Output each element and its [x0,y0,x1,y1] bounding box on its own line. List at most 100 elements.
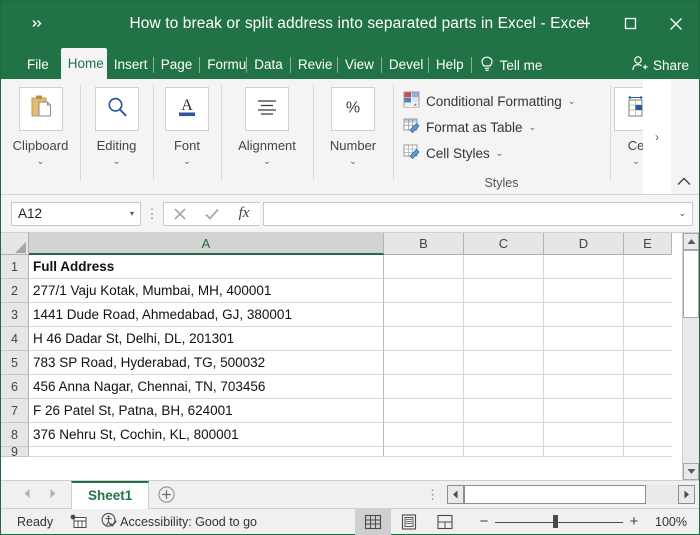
scroll-left-icon[interactable] [447,485,464,504]
scroll-right-icon[interactable] [678,485,695,504]
cell-b3[interactable] [384,303,464,327]
chevron-down-icon[interactable]: ⌄ [349,157,357,166]
record-macro-icon[interactable] [63,514,93,529]
ribbon-group-number[interactable]: % Number ⌄ [313,79,393,194]
chevron-right-icon[interactable] [49,486,57,504]
column-header-d[interactable]: D [544,233,624,255]
page-layout-view-button[interactable] [391,509,427,535]
ribbon-tab-review[interactable]: Revie [291,51,337,79]
chevron-down-icon[interactable]: ⌄ [37,157,45,166]
insert-function-icon[interactable]: fx [228,203,260,225]
quick-access-overflow-icon[interactable] [21,18,55,30]
row-header-3[interactable]: 3 [1,303,29,327]
cell-e1[interactable] [624,255,672,279]
ribbon-tab-page-layout[interactable]: Page [154,51,200,79]
clipboard-button[interactable] [19,87,63,131]
row-header-1[interactable]: 1 [1,255,29,279]
zoom-slider[interactable] [495,515,623,529]
horizontal-scroll-track[interactable] [464,485,678,504]
number-button[interactable]: % [331,87,375,131]
row-header-8[interactable]: 8 [1,423,29,447]
chevron-left-icon[interactable] [23,486,31,504]
cell-c2[interactable] [464,279,544,303]
cell-b8[interactable] [384,423,464,447]
row-header-2[interactable]: 2 [1,279,29,303]
ribbon-tab-developer[interactable]: Devel [382,51,428,79]
cell-d8[interactable] [544,423,624,447]
row-header-4[interactable]: 4 [1,327,29,351]
chevron-down-icon[interactable]: ⌄ [113,157,121,166]
zoom-slider-thumb[interactable] [553,515,558,528]
page-break-preview-button[interactable] [427,509,463,535]
cell-b2[interactable] [384,279,464,303]
vertical-scrollbar[interactable] [682,233,699,480]
cell-e5[interactable] [624,351,672,375]
horizontal-scrollbar[interactable] [447,485,695,504]
ribbon-group-font[interactable]: A Font ⌄ [153,79,221,194]
format-as-table-button[interactable]: Format as Table ⌄ [403,114,610,140]
cancel-x-icon[interactable] [164,203,196,225]
cell-c4[interactable] [464,327,544,351]
cell-e7[interactable] [624,399,672,423]
vertical-scroll-thumb[interactable] [683,250,699,318]
zoom-percentage[interactable]: 100% [651,515,699,529]
cell-e3[interactable] [624,303,672,327]
ribbon-tab-help[interactable]: Help [429,51,471,79]
share-button[interactable]: Share [630,51,689,79]
cell-d6[interactable] [544,375,624,399]
ribbon-overflow-button[interactable]: › [643,79,671,194]
cell-e8[interactable] [624,423,672,447]
conditional-formatting-button[interactable]: ≠ Conditional Formatting ⌄ [403,88,610,114]
cell-e9[interactable] [624,447,672,457]
ribbon-tab-view[interactable]: View [338,51,381,79]
cell-b6[interactable] [384,375,464,399]
ribbon-tab-data[interactable]: Data [247,51,290,79]
cell-a4[interactable]: H 46 Dadar St, Delhi, DL, 201301 [29,327,384,351]
zoom-out-button[interactable]: − [473,513,495,530]
cell-a9[interactable] [29,447,384,457]
horizontal-scroll-thumb[interactable] [464,485,646,504]
cell-c3[interactable] [464,303,544,327]
cell-a6[interactable]: 456 Anna Nagar, Chennai, TN, 703456 [29,375,384,399]
tell-me-box[interactable]: Tell me [480,51,543,79]
expand-formula-bar-icon[interactable]: ⌄ [678,208,686,219]
cell-d1[interactable] [544,255,624,279]
ribbon-tab-formulas[interactable]: Formu [200,51,246,79]
font-button[interactable]: A [165,87,209,131]
cell-c7[interactable] [464,399,544,423]
ribbon-tab-home[interactable]: Home [61,48,107,79]
close-button[interactable] [653,1,699,46]
cell-a7[interactable]: F 26 Patel St, Patna, BH, 624001 [29,399,384,423]
scroll-up-icon[interactable] [683,233,699,250]
normal-view-button[interactable] [355,509,391,535]
cell-a8[interactable]: 376 Nehru St, Cochin, KL, 800001 [29,423,384,447]
cell-b1[interactable] [384,255,464,279]
ribbon-tab-file[interactable]: File [15,51,61,79]
minimize-button[interactable] [561,1,607,46]
cell-c5[interactable] [464,351,544,375]
chevron-down-icon[interactable]: ⌄ [632,157,640,166]
collapse-ribbon-button[interactable] [673,171,695,191]
cell-styles-button[interactable]: Cell Styles ⌄ [403,140,610,166]
chevron-down-icon[interactable]: ⌄ [183,157,191,166]
confirm-check-icon[interactable] [196,203,228,225]
cell-a1[interactable]: Full Address [29,255,384,279]
cell-c6[interactable] [464,375,544,399]
cell-d2[interactable] [544,279,624,303]
ribbon-group-clipboard[interactable]: Clipboard ⌄ [1,79,80,194]
chevron-down-icon[interactable]: ⌄ [496,148,504,159]
cell-e2[interactable] [624,279,672,303]
cell-c8[interactable] [464,423,544,447]
cell-d7[interactable] [544,399,624,423]
ribbon-tab-insert[interactable]: Insert [107,51,153,79]
sheet-options-dots[interactable]: ⋮ [426,491,447,499]
cell-d9[interactable] [544,447,624,457]
cell-e4[interactable] [624,327,672,351]
scroll-down-icon[interactable] [683,463,699,480]
select-all-button[interactable] [1,233,29,255]
cell-b9[interactable] [384,447,464,457]
ribbon-group-alignment[interactable]: Alignment ⌄ [221,79,313,194]
column-header-b[interactable]: B [384,233,464,255]
row-header-7[interactable]: 7 [1,399,29,423]
editing-button[interactable] [95,87,139,131]
